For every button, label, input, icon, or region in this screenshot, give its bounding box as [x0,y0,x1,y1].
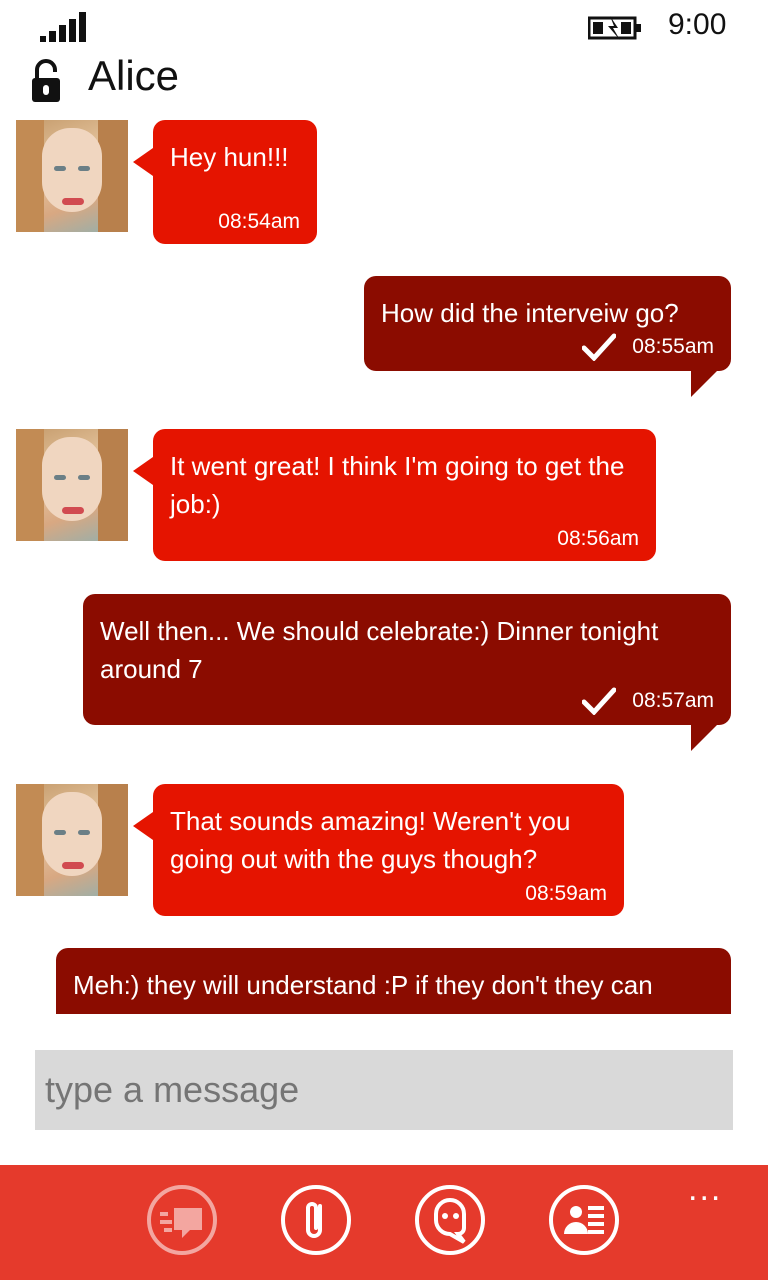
message-text: How did the interveiw go? [381,298,679,328]
more-options-button[interactable]: ... [688,1172,722,1206]
battery-charging-icon [588,16,641,40]
message-input[interactable] [35,1050,733,1130]
contact-avatar[interactable] [16,120,128,232]
status-bar: 9:00 [0,0,768,50]
clock: 9:00 [668,8,727,41]
message-text: Meh:) they will understand :P if they do… [73,970,653,1000]
message-bubble-incoming[interactable]: Hey hun!!! 08:54am [133,120,317,244]
message-bubble-incoming[interactable]: That sounds amazing! Weren't you going o… [133,784,624,916]
message-text: That sounds amazing! Weren't you going o… [170,806,571,874]
message-list[interactable]: Hey hun!!! 08:54am How did the interveiw… [0,112,768,1014]
contact-name: Alice [88,52,180,99]
message-text: Hey hun!!! [170,142,289,172]
conversation-header: Alice [0,50,768,110]
chat-bubbles-icon[interactable] [146,1184,218,1256]
message-time: 08:55am [632,335,714,358]
message-bubble-incoming[interactable]: It went great! I think I'm going to get … [133,429,656,561]
message-time: 08:54am [218,210,300,233]
message-time: 08:57am [632,689,714,712]
checkmark-icon [582,687,617,715]
message-text: Well then... We should celebrate:) Dinne… [100,616,659,684]
contact-avatar[interactable] [16,429,128,541]
contact-card-icon[interactable] [548,1184,620,1256]
message-bubble-outgoing[interactable]: Meh:) they will understand :P if they do… [56,948,731,1014]
paperclip-icon[interactable] [280,1184,352,1256]
message-time: 08:59am [525,882,607,905]
message-bubble-outgoing[interactable]: How did the interveiw go? 08:55am [364,276,731,397]
checkmark-icon [582,333,617,361]
message-text: It went great! I think I'm going to get … [170,451,625,519]
signal-bars-icon [40,12,86,42]
app-bar: ... [0,1165,768,1280]
contact-avatar[interactable] [16,784,128,896]
unlocked-padlock-icon[interactable] [30,58,62,102]
emoticon-icon[interactable] [414,1184,486,1256]
message-time: 08:56am [557,527,639,550]
message-bubble-outgoing[interactable]: Well then... We should celebrate:) Dinne… [83,594,731,751]
